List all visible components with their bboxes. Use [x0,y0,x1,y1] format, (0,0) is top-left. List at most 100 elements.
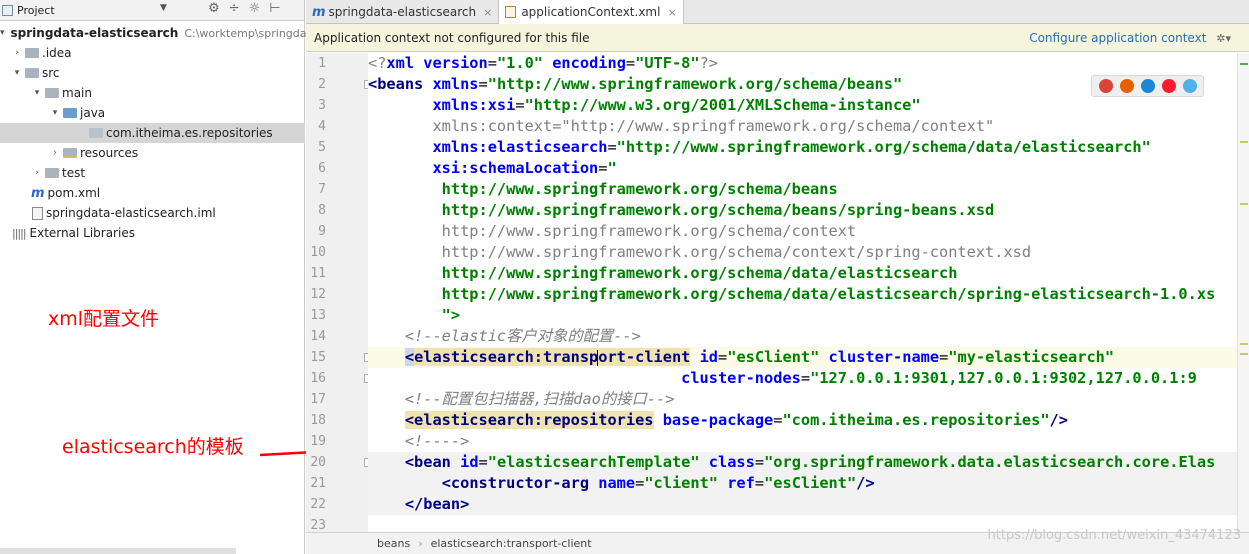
line-number: 1 [318,56,326,71]
tree-item-resources[interactable]: › resources [0,143,305,163]
ie-icon[interactable] [1182,79,1197,93]
gear-icon[interactable]: ☼ [249,1,261,16]
tab-application-context[interactable]: applicationContext.xml × [499,0,684,24]
line-number: 22 [310,497,326,512]
warning-marker[interactable] [1240,141,1248,143]
line-number: 8 [318,203,326,218]
line-number: 15 [310,350,326,365]
project-panel-title[interactable]: Project [17,4,55,17]
warning-marker[interactable] [1240,343,1248,345]
code-line-12: http://www.springframework.org/schema/da… [368,285,1216,303]
tree-item-label: .idea [42,46,72,60]
close-icon[interactable]: × [483,6,492,19]
banner-message: Application context not configured for t… [314,30,590,45]
xml-file-icon [505,6,517,18]
tree-item-label: resources [80,146,139,160]
collapse-icon[interactable]: ÷ [229,1,240,16]
ok-marker [1240,63,1248,65]
line-number: 13 [310,308,326,323]
line-number: 10 [310,245,326,260]
chevron-down-icon[interactable]: ▼ [160,3,167,13]
expand-arrow-icon[interactable]: ▾ [0,28,5,38]
line-number: 5 [318,140,326,155]
line-number: 4 [318,119,326,134]
project-path: C:\worktemp\springda [184,26,307,40]
tree-item-package[interactable]: com.itheima.es.repositories [0,123,305,143]
line-number: 20 [310,455,326,470]
tree-item-iml[interactable]: springdata-elasticsearch.iml [0,203,305,223]
vertical-scrollbar[interactable] [1237,53,1249,533]
tree-item-label: External Libraries [29,226,135,240]
tree-item-src[interactable]: ▾ src [0,63,305,83]
tree-item-label: springdata-elasticsearch [10,26,179,40]
code-line-18: <elasticsearch:repositories base-package… [404,411,1068,429]
expand-arrow-icon[interactable]: ▾ [50,108,60,118]
expand-arrow-icon[interactable]: › [50,148,60,158]
tree-item-project-root[interactable]: ▾ springdata-elasticsearch C:\worktemp\s… [0,23,307,43]
line-number: 12 [310,287,326,302]
tree-item-external-libraries[interactable]: ||||| External Libraries [0,223,305,243]
editor-area: m springdata-elasticsearch × application… [306,0,1249,554]
tree-item-label: src [42,66,60,80]
gear-icon[interactable]: ✲▾ [1216,32,1231,45]
breadcrumb-separator: › [418,537,423,550]
code-line-21: <constructor-arg name="client" ref="esCl… [368,473,1249,494]
code-editor[interactable]: <?xml version="1.0" encoding="UTF-8"?> <… [368,53,1249,533]
tree-item-idea[interactable]: › .idea [0,43,305,63]
opera-icon[interactable] [1161,79,1176,93]
sync-icon[interactable]: ⚙ [208,1,220,16]
tree-item-label: com.itheima.es.repositories [106,126,273,140]
code-line-19: <!----> [368,432,470,450]
breadcrumb-item[interactable]: beans [377,537,410,550]
tree-item-label: pom.xml [47,186,101,200]
line-number: 17 [310,392,326,407]
line-number: 18 [310,413,326,428]
folder-icon [45,168,59,178]
code-line-16: cluster-nodes="127.0.0.1:9301,127.0.0.1:… [368,369,1197,387]
library-icon: ||||| [12,226,26,240]
tree-item-test[interactable]: › test [0,163,305,183]
code-line-15: <elasticsearch:transport-client id="esCl… [368,347,1249,368]
annotation-es-template: elasticsearch的模板 [62,436,244,458]
line-number: 2 [318,77,326,92]
maven-icon: m [31,185,45,201]
tree-item-label: springdata-elasticsearch.iml [46,206,216,220]
safari-icon[interactable] [1140,79,1155,93]
horizontal-scrollbar[interactable] [0,548,236,554]
warning-marker[interactable] [1240,203,1248,205]
expand-arrow-icon[interactable]: ▾ [12,68,22,78]
tree-item-label: main [62,86,92,100]
expand-arrow-icon[interactable]: › [32,168,42,178]
module-file-icon [32,206,43,220]
line-number: 19 [310,434,326,449]
configure-context-link[interactable]: Configure application context ✲▾ [1029,31,1231,45]
warning-marker[interactable] [1240,353,1248,355]
code-line-6: xsi:schemaLocation=" [368,159,617,177]
tab-pom[interactable]: m springdata-elasticsearch × [306,0,500,24]
close-icon[interactable]: × [667,6,676,19]
code-line-3: xmlns:xsi="http://www.w3.org/2001/XMLSch… [368,96,921,114]
source-folder-icon [63,108,77,118]
breadcrumb-item[interactable]: elasticsearch:transport-client [431,537,592,550]
package-icon [89,128,103,138]
browser-preview-bar [1091,75,1204,97]
expand-arrow-icon[interactable]: › [12,48,22,58]
tree-item-main[interactable]: ▾ main [0,83,305,103]
line-number: 16 [310,371,326,386]
line-number: 7 [318,182,326,197]
code-line-7: http://www.springframework.org/schema/be… [368,180,838,198]
tree-item-java[interactable]: ▾ java [0,103,305,123]
line-number: 6 [318,161,326,176]
project-panel-header: Project ▼ ⚙ ÷ ☼ ⊢ [0,0,304,21]
tree-item-pom[interactable]: m pom.xml [0,183,305,203]
line-number: 9 [318,224,326,239]
chrome-icon[interactable] [1098,79,1113,93]
firefox-icon[interactable] [1119,79,1134,93]
line-number: 3 [318,98,326,113]
expand-arrow-icon[interactable]: ▾ [32,88,42,98]
code-line-11: http://www.springframework.org/schema/da… [368,264,958,282]
hide-panel-icon[interactable]: ⊢ [269,1,280,16]
code-line-20: <bean id="elasticsearchTemplate" class="… [368,452,1249,473]
line-number: 11 [310,266,326,281]
configure-context-label[interactable]: Configure application context [1029,31,1206,45]
